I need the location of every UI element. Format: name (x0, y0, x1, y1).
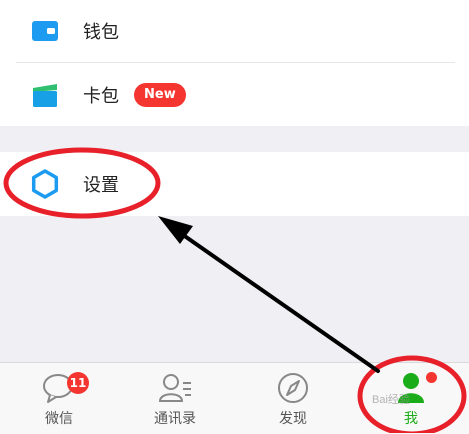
card-icon (33, 84, 57, 107)
annotation-arrow-line (174, 228, 380, 373)
tab-contacts-label: 通讯录 (154, 411, 196, 427)
settings-label: 设置 (83, 175, 119, 196)
wallet-icon (32, 21, 58, 41)
tab-contacts[interactable]: 通讯录 (120, 363, 230, 434)
tab-chats-label: 微信 (45, 411, 73, 427)
tab-discover[interactable]: 发现 (238, 363, 348, 434)
contacts-icon (158, 374, 191, 402)
notification-dot (426, 372, 437, 383)
menu-group-settings: 设置 (0, 152, 469, 216)
divider (16, 62, 455, 63)
new-badge: New (134, 83, 186, 107)
wallet-label: 钱包 (83, 22, 119, 43)
watermark: Bai经验 (372, 394, 410, 406)
menu-item-settings[interactable]: 设置 (0, 152, 469, 216)
annotation-arrow-head (158, 216, 193, 244)
menu-item-wallet[interactable]: 钱包 (0, 0, 469, 62)
menu-item-cards[interactable]: 卡包 New (0, 64, 469, 126)
tab-chats[interactable]: 11 微信 (4, 363, 114, 434)
menu-group-top: 钱包 卡包 New (0, 0, 469, 126)
tab-discover-label: 发现 (279, 411, 307, 427)
gear-icon (31, 169, 59, 199)
compass-icon (278, 373, 308, 403)
tab-me-label: 我 (404, 411, 418, 427)
unread-badge: 11 (67, 372, 89, 394)
cards-label: 卡包 (83, 86, 119, 107)
